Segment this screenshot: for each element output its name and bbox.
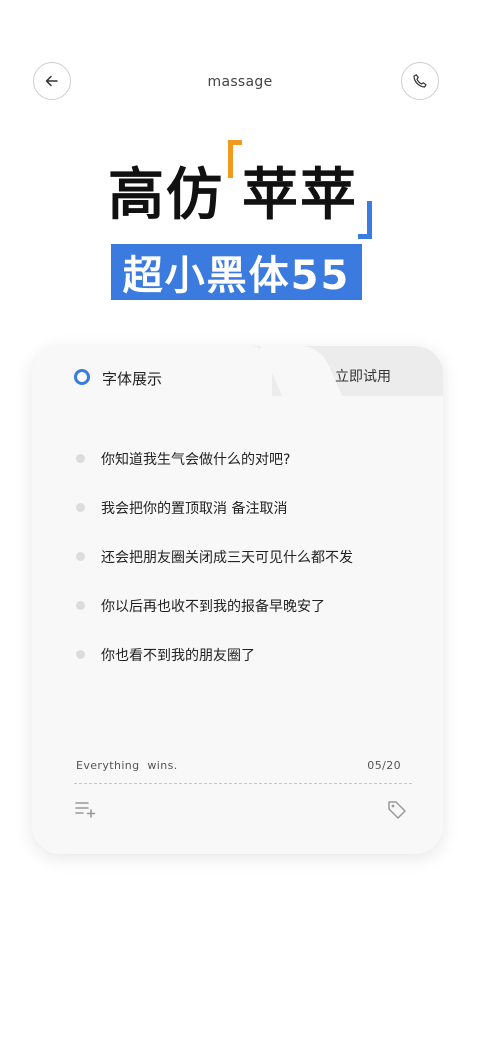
list-item: 我会把你的置顶取消 备注取消 <box>32 483 443 532</box>
call-button[interactable] <box>401 62 439 100</box>
list-item-text: 你以后再也收不到我的报备早晚安了 <box>101 598 325 615</box>
dashed-divider <box>74 783 412 784</box>
list-item-text: 还会把朋友圈关闭成三天可见什么都不发 <box>101 549 353 566</box>
list-item: 你也看不到我的朋友圈了 <box>32 630 443 679</box>
orange-corner-bracket <box>228 140 242 178</box>
tag-icon <box>388 801 406 819</box>
blue-corner-bracket <box>358 201 372 239</box>
font-demo-card: 立即试用 字体展示 你知道我生气会做什么的对吧? 我会把你的置顶取消 备注取消 … <box>32 346 443 854</box>
item-counter: 05/20 <box>367 759 401 772</box>
bullet-dot-icon <box>76 454 85 463</box>
hero-subtitle-banner: 超小黑体55 <box>111 244 362 300</box>
tab-font-display-label: 字体展示 <box>102 370 163 388</box>
bullet-dot-icon <box>76 503 85 512</box>
playlist-add-button[interactable] <box>74 800 98 822</box>
hero-title-bracketed: 苹苹 <box>228 140 372 239</box>
list-item: 还会把朋友圈关闭成三天可见什么都不发 <box>32 532 443 581</box>
list-item: 你以后再也收不到我的报备早晚安了 <box>32 581 443 630</box>
hero-title-highlight: 苹苹 <box>242 163 358 228</box>
list-item-text: 我会把你的置顶取消 备注取消 <box>101 500 288 517</box>
footer-caption: Everything wins. <box>76 759 178 772</box>
list-item-text: 你知道我生气会做什么的对吧? <box>101 451 291 468</box>
bullet-dot-icon <box>76 601 85 610</box>
tab-try-now-label: 立即试用 <box>335 369 391 385</box>
list-item-text: 你也看不到我的朋友圈了 <box>101 647 255 664</box>
phone-icon <box>413 74 427 88</box>
bullet-dot-icon <box>76 552 85 561</box>
page: massage 高仿 苹苹 超小黑体55 立即试用 字体展示 你知道我生气会做什… <box>0 0 480 1040</box>
sample-text-list: 你知道我生气会做什么的对吧? 我会把你的置顶取消 备注取消 还会把朋友圈关闭成三… <box>32 434 443 679</box>
bullet-dot-icon <box>76 650 85 659</box>
radio-selected-icon <box>74 369 90 385</box>
hero-title: 高仿 苹苹 <box>0 140 480 239</box>
playlist-add-icon <box>75 802 96 818</box>
tag-button[interactable] <box>387 800 407 824</box>
list-item: 你知道我生气会做什么的对吧? <box>32 434 443 483</box>
hero-title-prefix: 高仿 <box>108 163 224 228</box>
